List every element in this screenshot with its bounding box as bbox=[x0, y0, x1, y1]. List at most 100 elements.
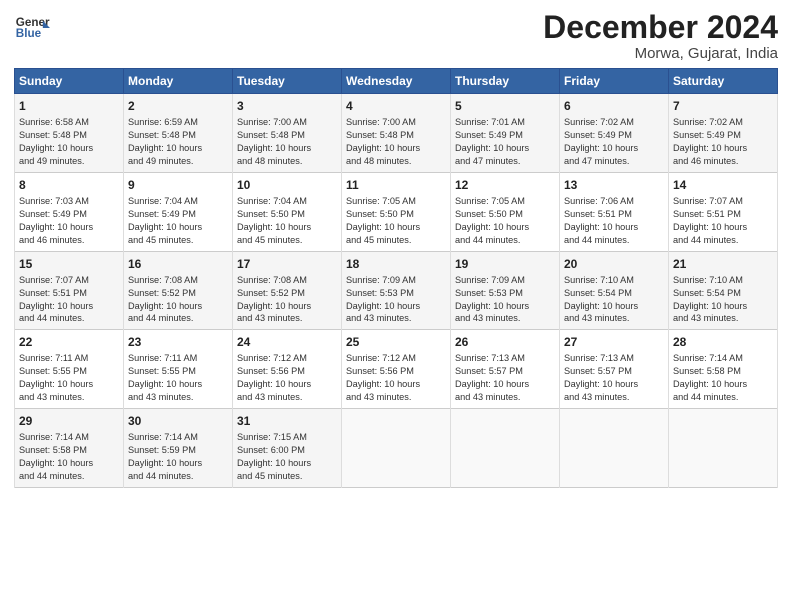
week-row-3: 15 Sunrise: 7:07 AM Sunset: 5:51 PM Dayli… bbox=[15, 251, 778, 330]
calendar-cell: 31 Sunrise: 7:15 AM Sunset: 6:00 PM Dayli… bbox=[233, 408, 342, 487]
day-info: Sunrise: 7:14 AM Sunset: 5:59 PM Dayligh… bbox=[128, 431, 228, 483]
header-day-tuesday: Tuesday bbox=[233, 69, 342, 94]
day-number: 19 bbox=[455, 256, 555, 272]
day-info: Sunrise: 7:12 AM Sunset: 5:56 PM Dayligh… bbox=[346, 352, 446, 404]
calendar-cell: 15 Sunrise: 7:07 AM Sunset: 5:51 PM Dayli… bbox=[15, 251, 124, 330]
day-number: 21 bbox=[673, 256, 773, 272]
header-day-thursday: Thursday bbox=[451, 69, 560, 94]
calendar-cell: 4 Sunrise: 7:00 AM Sunset: 5:48 PM Daylig… bbox=[342, 94, 451, 173]
calendar-cell: 8 Sunrise: 7:03 AM Sunset: 5:49 PM Daylig… bbox=[15, 172, 124, 251]
week-row-5: 29 Sunrise: 7:14 AM Sunset: 5:58 PM Dayli… bbox=[15, 408, 778, 487]
day-number: 17 bbox=[237, 256, 337, 272]
header-day-friday: Friday bbox=[560, 69, 669, 94]
calendar-cell: 3 Sunrise: 7:00 AM Sunset: 5:48 PM Daylig… bbox=[233, 94, 342, 173]
day-info: Sunrise: 7:12 AM Sunset: 5:56 PM Dayligh… bbox=[237, 352, 337, 404]
calendar-subtitle: Morwa, Gujarat, India bbox=[543, 45, 778, 62]
day-number: 10 bbox=[237, 177, 337, 193]
day-number: 27 bbox=[564, 334, 664, 350]
calendar-cell: 5 Sunrise: 7:01 AM Sunset: 5:49 PM Daylig… bbox=[451, 94, 560, 173]
calendar-cell bbox=[669, 408, 778, 487]
day-info: Sunrise: 7:13 AM Sunset: 5:57 PM Dayligh… bbox=[564, 352, 664, 404]
calendar-cell: 29 Sunrise: 7:14 AM Sunset: 5:58 PM Dayli… bbox=[15, 408, 124, 487]
day-info: Sunrise: 7:04 AM Sunset: 5:50 PM Dayligh… bbox=[237, 195, 337, 247]
calendar-cell: 23 Sunrise: 7:11 AM Sunset: 5:55 PM Dayli… bbox=[124, 330, 233, 409]
day-number: 3 bbox=[237, 98, 337, 114]
day-info: Sunrise: 7:11 AM Sunset: 5:55 PM Dayligh… bbox=[19, 352, 119, 404]
day-number: 2 bbox=[128, 98, 228, 114]
day-info: Sunrise: 7:11 AM Sunset: 5:55 PM Dayligh… bbox=[128, 352, 228, 404]
header: General Blue December 2024 Morwa, Gujara… bbox=[14, 10, 778, 62]
day-number: 25 bbox=[346, 334, 446, 350]
calendar-cell: 12Sunrise: 7:05 AM Sunset: 5:50 PM Dayli… bbox=[451, 172, 560, 251]
day-info: Sunrise: 7:02 AM Sunset: 5:49 PM Dayligh… bbox=[673, 116, 773, 168]
calendar-cell: 30 Sunrise: 7:14 AM Sunset: 5:59 PM Dayli… bbox=[124, 408, 233, 487]
day-info: Sunrise: 7:08 AM Sunset: 5:52 PM Dayligh… bbox=[128, 274, 228, 326]
day-number: 30 bbox=[128, 413, 228, 429]
day-info: Sunrise: 7:07 AM Sunset: 5:51 PM Dayligh… bbox=[673, 195, 773, 247]
day-info: Sunrise: 7:09 AM Sunset: 5:53 PM Dayligh… bbox=[346, 274, 446, 326]
week-row-2: 8 Sunrise: 7:03 AM Sunset: 5:49 PM Daylig… bbox=[15, 172, 778, 251]
day-info: Sunrise: 7:06 AM Sunset: 5:51 PM Dayligh… bbox=[564, 195, 664, 247]
calendar-cell: 2Sunrise: 6:59 AM Sunset: 5:48 PM Daylig… bbox=[124, 94, 233, 173]
calendar-cell bbox=[451, 408, 560, 487]
day-info: Sunrise: 7:15 AM Sunset: 6:00 PM Dayligh… bbox=[237, 431, 337, 483]
calendar-cell: 7 Sunrise: 7:02 AM Sunset: 5:49 PM Daylig… bbox=[669, 94, 778, 173]
calendar-cell: 16 Sunrise: 7:08 AM Sunset: 5:52 PM Dayli… bbox=[124, 251, 233, 330]
day-info: Sunrise: 7:00 AM Sunset: 5:48 PM Dayligh… bbox=[237, 116, 337, 168]
day-info: Sunrise: 7:04 AM Sunset: 5:49 PM Dayligh… bbox=[128, 195, 228, 247]
day-info: Sunrise: 7:07 AM Sunset: 5:51 PM Dayligh… bbox=[19, 274, 119, 326]
calendar-cell: 6 Sunrise: 7:02 AM Sunset: 5:49 PM Daylig… bbox=[560, 94, 669, 173]
day-number: 6 bbox=[564, 98, 664, 114]
day-info: Sunrise: 7:05 AM Sunset: 5:50 PM Dayligh… bbox=[346, 195, 446, 247]
day-info: Sunrise: 7:03 AM Sunset: 5:49 PM Dayligh… bbox=[19, 195, 119, 247]
day-info: Sunrise: 7:09 AM Sunset: 5:53 PM Dayligh… bbox=[455, 274, 555, 326]
day-number: 24 bbox=[237, 334, 337, 350]
calendar-cell: 20Sunrise: 7:10 AM Sunset: 5:54 PM Dayli… bbox=[560, 251, 669, 330]
calendar-cell: 27 Sunrise: 7:13 AM Sunset: 5:57 PM Dayli… bbox=[560, 330, 669, 409]
week-row-1: 1 Sunrise: 6:58 AM Sunset: 5:48 PM Daylig… bbox=[15, 94, 778, 173]
calendar-cell: 17 Sunrise: 7:08 AM Sunset: 5:52 PM Dayli… bbox=[233, 251, 342, 330]
calendar-cell: 26 Sunrise: 7:13 AM Sunset: 5:57 PM Dayli… bbox=[451, 330, 560, 409]
day-number: 8 bbox=[19, 177, 119, 193]
day-number: 20 bbox=[564, 256, 664, 272]
svg-text:Blue: Blue bbox=[16, 27, 42, 40]
calendar-cell: 11 Sunrise: 7:05 AM Sunset: 5:50 PM Dayli… bbox=[342, 172, 451, 251]
header-day-saturday: Saturday bbox=[669, 69, 778, 94]
day-number: 7 bbox=[673, 98, 773, 114]
logo: General Blue bbox=[14, 10, 50, 46]
calendar-cell bbox=[342, 408, 451, 487]
header-day-sunday: Sunday bbox=[15, 69, 124, 94]
day-number: 23 bbox=[128, 334, 228, 350]
day-number: 5 bbox=[455, 98, 555, 114]
day-info: Sunrise: 7:14 AM Sunset: 5:58 PM Dayligh… bbox=[673, 352, 773, 404]
day-number: 18 bbox=[346, 256, 446, 272]
calendar-container: General Blue December 2024 Morwa, Gujara… bbox=[0, 0, 792, 498]
day-number: 31 bbox=[237, 413, 337, 429]
calendar-cell: 13 Sunrise: 7:06 AM Sunset: 5:51 PM Dayli… bbox=[560, 172, 669, 251]
day-info: Sunrise: 7:14 AM Sunset: 5:58 PM Dayligh… bbox=[19, 431, 119, 483]
day-info: Sunrise: 7:13 AM Sunset: 5:57 PM Dayligh… bbox=[455, 352, 555, 404]
header-day-monday: Monday bbox=[124, 69, 233, 94]
day-number: 14 bbox=[673, 177, 773, 193]
day-info: Sunrise: 7:00 AM Sunset: 5:48 PM Dayligh… bbox=[346, 116, 446, 168]
day-number: 11 bbox=[346, 177, 446, 193]
calendar-cell: 24 Sunrise: 7:12 AM Sunset: 5:56 PM Dayli… bbox=[233, 330, 342, 409]
calendar-cell: 22Sunrise: 7:11 AM Sunset: 5:55 PM Dayli… bbox=[15, 330, 124, 409]
day-number: 29 bbox=[19, 413, 119, 429]
day-info: Sunrise: 7:08 AM Sunset: 5:52 PM Dayligh… bbox=[237, 274, 337, 326]
calendar-cell: 19 Sunrise: 7:09 AM Sunset: 5:53 PM Dayli… bbox=[451, 251, 560, 330]
day-number: 15 bbox=[19, 256, 119, 272]
week-row-4: 22Sunrise: 7:11 AM Sunset: 5:55 PM Dayli… bbox=[15, 330, 778, 409]
day-number: 1 bbox=[19, 98, 119, 114]
day-number: 28 bbox=[673, 334, 773, 350]
day-info: Sunrise: 6:58 AM Sunset: 5:48 PM Dayligh… bbox=[19, 116, 119, 168]
day-number: 26 bbox=[455, 334, 555, 350]
day-number: 13 bbox=[564, 177, 664, 193]
day-info: Sunrise: 7:02 AM Sunset: 5:49 PM Dayligh… bbox=[564, 116, 664, 168]
day-number: 16 bbox=[128, 256, 228, 272]
calendar-cell: 28 Sunrise: 7:14 AM Sunset: 5:58 PM Dayli… bbox=[669, 330, 778, 409]
header-row: SundayMondayTuesdayWednesdayThursdayFrid… bbox=[15, 69, 778, 94]
day-number: 4 bbox=[346, 98, 446, 114]
logo-icon: General Blue bbox=[14, 10, 50, 46]
day-info: Sunrise: 7:01 AM Sunset: 5:49 PM Dayligh… bbox=[455, 116, 555, 168]
